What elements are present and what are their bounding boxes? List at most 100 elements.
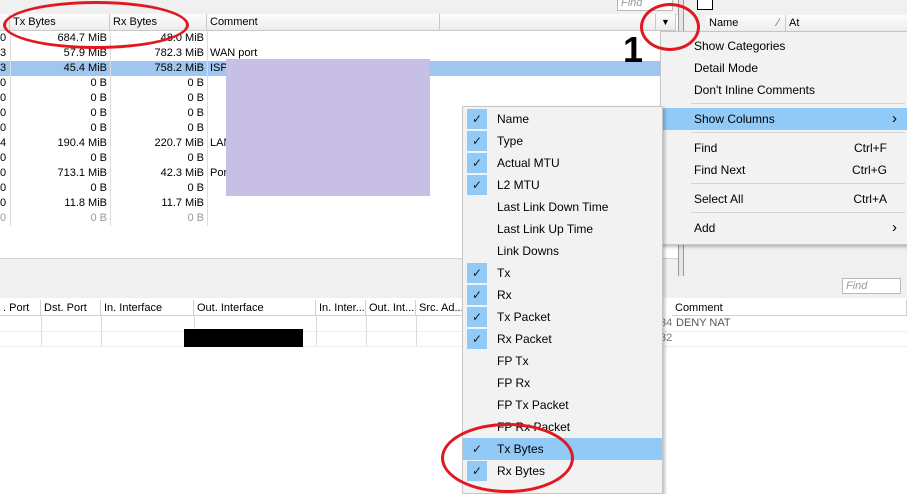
menu-item-select-all[interactable]: Select All Ctrl+A (661, 188, 907, 210)
column-option-link-downs[interactable]: Link Downs (463, 240, 662, 262)
bottom-header-1[interactable]: Dst. Port (41, 300, 101, 316)
column-option-label: Tx (497, 266, 511, 280)
menu-item-detail-mode[interactable]: Detail Mode (661, 57, 907, 79)
column-option-label: Actual MTU (497, 156, 560, 170)
column-option-fp-tx[interactable]: FP Tx (463, 350, 662, 372)
cell-rx-bytes: 758.2 MiB (154, 62, 204, 74)
cell-rx-bytes: 0 B (187, 182, 204, 194)
column-option-fp-rx[interactable]: FP Rx (463, 372, 662, 394)
cell-rx-bytes: 0 B (187, 212, 204, 224)
checkmark-icon: ✓ (467, 263, 487, 283)
column-option-l2-mtu[interactable]: ✓ L2 MTU (463, 174, 662, 196)
column-option-rx[interactable]: ✓ Rx (463, 284, 662, 306)
column-option-fp-tx-packet[interactable]: FP Tx Packet (463, 394, 662, 416)
right-column-name-label: Name (709, 17, 739, 29)
bottom-header-3[interactable]: Out. Interface (194, 300, 316, 316)
column-option-last-link-up-time[interactable]: Last Link Up Time (463, 218, 662, 240)
menu-item-shortcut: Ctrl+A (853, 192, 887, 206)
column-option-tx-packet[interactable]: ✓ Tx Packet (463, 306, 662, 328)
redacted-region (226, 59, 430, 196)
column-option-actual-mtu[interactable]: ✓ Actual MTU (463, 152, 662, 174)
right-column-header-at[interactable]: At (786, 15, 907, 32)
cell-tx-bytes: 0 B (90, 77, 107, 89)
right-find-placeholder: Find (846, 280, 868, 292)
column-option-label: FP Tx Packet (497, 398, 569, 412)
column-divider (10, 31, 11, 226)
right-pane-tab[interactable] (697, 0, 713, 10)
cell-rx-bytes: 42.3 MiB (160, 167, 204, 179)
cell-lead: 0 (0, 122, 7, 134)
cell-lead: 3 (0, 62, 7, 74)
column-option-label: L2 MTU (497, 178, 540, 192)
menu-item-label: Don't Inline Comments (694, 83, 816, 97)
cell-tx-bytes: 0 B (90, 152, 107, 164)
menu-item-show-columns[interactable]: Show Columns › (661, 108, 907, 130)
checkmark-icon: ✓ (467, 285, 487, 305)
menu-item-don-t-inline-comments[interactable]: Don't Inline Comments (661, 79, 907, 101)
menu-item-label: Show Columns (694, 112, 775, 126)
cell-tx-bytes: 713.1 MiB (57, 167, 107, 179)
cell-lead: 0 (0, 77, 7, 89)
bottom-header-comment[interactable]: Comment (672, 300, 907, 316)
column-divider (101, 316, 102, 346)
cell-rx-bytes: 0 B (187, 122, 204, 134)
bottom-header-2[interactable]: In. Interface (101, 300, 194, 316)
cell-comment (210, 31, 440, 46)
menu-separator (691, 103, 905, 104)
column-divider (110, 31, 111, 226)
column-option-last-link-down-time[interactable]: Last Link Down Time (463, 196, 662, 218)
checkmark-icon: ✓ (467, 109, 487, 129)
cell-rx-bytes: 220.7 MiB (154, 137, 204, 149)
column-divider (207, 31, 208, 226)
cell-tx-bytes: 0 B (90, 107, 107, 119)
menu-item-shortcut: Ctrl+F (854, 141, 887, 155)
column-option-rx-packet[interactable]: ✓ Rx Packet (463, 328, 662, 350)
cell-lead: 4 (0, 137, 7, 149)
right-column-header-name[interactable]: Name ∕ (706, 15, 786, 32)
menu-item-find-next[interactable]: Find Next Ctrl+G (661, 159, 907, 181)
cell-comment (210, 211, 440, 226)
column-option-label: Type (497, 134, 524, 148)
column-header-comment[interactable]: Comment (207, 14, 440, 31)
bottom-header-4[interactable]: In. Inter... (316, 300, 366, 316)
menu-item-label: Select All (694, 192, 744, 206)
sort-icon: ∕ (777, 17, 779, 29)
bottom-header-5[interactable]: Out. Int... (366, 300, 416, 316)
cell-tx-bytes: 0 B (90, 182, 107, 194)
column-divider (416, 316, 417, 346)
cell-rx-bytes: 0 B (187, 92, 204, 104)
submenu-arrow-icon: › (892, 110, 897, 127)
cell-lead: 0 (0, 167, 7, 179)
cell-lead: 0 (0, 107, 7, 119)
column-option-label: Last Link Down Time (497, 200, 609, 214)
menu-item-find[interactable]: Find Ctrl+F (661, 137, 907, 159)
menu-item-label: Add (694, 221, 716, 235)
menu-separator (691, 212, 905, 213)
right-find-input[interactable]: Find (842, 278, 901, 294)
column-divider (41, 316, 42, 346)
menu-separator (691, 132, 905, 133)
column-option-label: Last Link Up Time (497, 222, 594, 236)
cell-tx-bytes: 45.4 MiB (63, 62, 107, 74)
checkmark-icon: ✓ (467, 329, 487, 349)
menu-item-shortcut: Ctrl+G (851, 163, 887, 177)
bottom-header-6[interactable]: Src. Ad... (416, 300, 466, 316)
cell-lead: 3 (0, 47, 7, 59)
column-option-label: FP Tx (497, 354, 529, 368)
column-option-label: Name (497, 112, 530, 126)
context-menu: Show Categories Detail Mode Don't Inline C… (660, 31, 907, 245)
bottom-header-0[interactable]: . Port (0, 300, 41, 316)
cell-rx-bytes: 0 B (187, 152, 204, 164)
cell-tx-bytes: 0 B (90, 122, 107, 134)
menu-item-add[interactable]: Add › (661, 217, 907, 239)
cell-lead: 0 (0, 197, 7, 209)
bottom-row[interactable]: 34 DENY NAT (0, 316, 907, 332)
menu-item-label: Show Categories (694, 39, 786, 53)
checkmark-icon: ✓ (467, 131, 487, 151)
column-option-name[interactable]: ✓ Name (463, 108, 662, 130)
bottom-row[interactable]: 32 (0, 331, 907, 347)
column-option-type[interactable]: ✓ Type (463, 130, 662, 152)
cell-lead: 0 (0, 152, 7, 164)
menu-item-show-categories[interactable]: Show Categories (661, 35, 907, 57)
column-option-tx[interactable]: ✓ Tx (463, 262, 662, 284)
